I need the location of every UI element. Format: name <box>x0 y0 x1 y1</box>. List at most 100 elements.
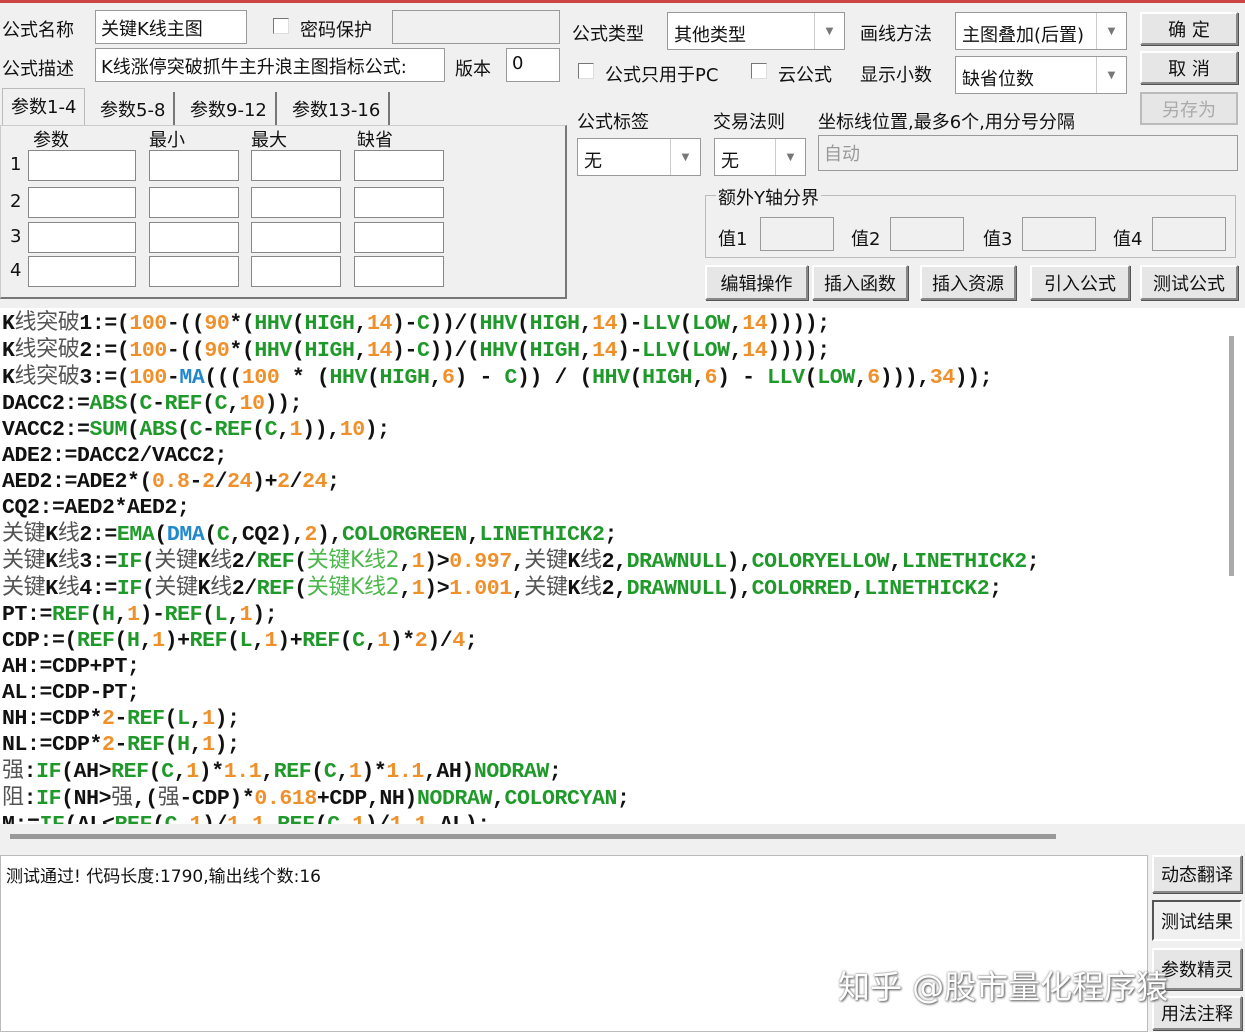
draw-method-select[interactable]: 主图叠加(后置) ▼ <box>955 12 1127 50</box>
chevron-down-icon[interactable]: ▼ <box>1096 57 1126 93</box>
decimals-select[interactable]: 缺省位数 ▼ <box>955 56 1127 94</box>
code-token: C <box>417 339 430 363</box>
formula-type-select[interactable]: 其他类型 ▼ <box>667 12 845 50</box>
version-input[interactable]: 0 <box>506 48 560 82</box>
param-max-input[interactable] <box>251 187 341 218</box>
code-token: 24 <box>227 470 253 494</box>
param-max-input[interactable] <box>251 222 341 253</box>
version-label: 版本 <box>455 59 491 80</box>
code-token: 关键 <box>2 575 46 600</box>
cloud-formula-label: 云公式 <box>778 65 832 86</box>
code-token: 6 <box>442 366 455 390</box>
param-default-input[interactable] <box>354 256 444 287</box>
cloud-formula-checkbox[interactable] <box>751 63 767 79</box>
code-token: 1 <box>377 629 390 653</box>
param-max-input[interactable] <box>251 150 341 181</box>
insert-resource-button[interactable]: 插入资源 <box>920 265 1016 300</box>
y-value-input[interactable] <box>1152 217 1226 251</box>
param-min-input[interactable] <box>149 187 239 218</box>
code-token: 2, <box>601 550 627 574</box>
dynamic-translate-button[interactable]: 动态翻译 <box>1152 855 1242 893</box>
code-line: 强:IF(AH>REF(C,1)*1.1,REF(C,1)*1.1,AH)NOD… <box>0 758 1222 785</box>
code-token: K <box>2 339 15 363</box>
tab-params-9-12[interactable]: 参数9-12 <box>182 92 277 126</box>
code-token: : <box>23 787 37 811</box>
code-token: HIGH <box>304 312 355 336</box>
tab-params-1-4[interactable]: 参数1-4 <box>2 88 86 126</box>
code-token: . <box>265 813 278 824</box>
param-min-input[interactable] <box>149 150 239 181</box>
code-token: LLV <box>767 366 805 390</box>
code-token: 强 <box>157 785 180 810</box>
code-token: , <box>467 523 480 547</box>
axis-position-input[interactable]: 自动 <box>818 135 1238 171</box>
code-line: 关键K线4:=IF(关键K线2/REF(关键K线2,1)>1.001,关键K线2… <box>0 575 1222 602</box>
chevron-down-icon[interactable]: ▼ <box>775 139 805 175</box>
pc-only-checkbox[interactable] <box>578 63 594 79</box>
code-token: ( <box>204 523 217 547</box>
trade-rule-select[interactable]: 无 ▼ <box>714 138 806 176</box>
param-header-default: 缺省 <box>357 130 393 151</box>
horizontal-scrollbar-thumb[interactable] <box>10 834 1056 839</box>
y-value-label: 值2 <box>851 229 881 250</box>
code-token: C <box>264 418 278 442</box>
cancel-button[interactable]: 取 消 <box>1140 51 1238 84</box>
param-default-input[interactable] <box>354 187 444 218</box>
code-token: ))/( <box>429 312 480 336</box>
save-as-button[interactable]: 另存为 <box>1140 92 1238 125</box>
formula-desc-input[interactable]: K线涨停突破抓牛主升浪主图指标公式: <box>95 48 445 82</box>
code-token: IF <box>40 813 65 824</box>
code-token: 1 <box>202 707 215 731</box>
code-token: ( <box>114 629 128 653</box>
y-value-input[interactable] <box>1022 217 1096 251</box>
param-header-name: 参数 <box>33 130 69 151</box>
code-token: H <box>102 603 115 627</box>
import-formula-button[interactable]: 引入公式 <box>1030 265 1130 300</box>
code-token: LLV <box>642 312 680 336</box>
param-name-input[interactable] <box>28 222 136 253</box>
vertical-scrollbar-thumb[interactable] <box>1229 336 1234 576</box>
tab-params-5-8[interactable]: 参数5-8 <box>92 92 176 126</box>
chevron-down-icon[interactable]: ▼ <box>814 13 844 49</box>
code-token: C <box>165 813 178 824</box>
edit-operation-button[interactable]: 编辑操作 <box>705 265 808 300</box>
code-token: C <box>161 760 174 784</box>
param-name-input[interactable] <box>28 187 136 218</box>
param-default-input[interactable] <box>354 150 444 181</box>
param-name-input[interactable] <box>28 150 136 181</box>
code-token: REF <box>273 760 312 784</box>
y-value-label: 值1 <box>718 229 748 250</box>
chevron-down-icon[interactable]: ▼ <box>1096 13 1126 49</box>
ok-button[interactable]: 确 定 <box>1140 12 1238 45</box>
param-name-input[interactable] <box>28 256 136 287</box>
code-token: IF <box>116 550 142 574</box>
code-token: REF <box>127 733 165 757</box>
code-token: 1 <box>289 418 303 442</box>
code-token: 1.1 <box>223 760 262 784</box>
code-token: 关键K线2 <box>306 548 400 573</box>
code-token: PT:= <box>2 603 53 627</box>
y-value-input[interactable] <box>760 217 834 251</box>
param-min-input[interactable] <box>149 222 239 253</box>
draw-method-label: 画线方法 <box>860 24 932 45</box>
test-result-button[interactable]: 测试结果 <box>1152 900 1242 941</box>
code-token: , <box>364 629 378 653</box>
y-value-input[interactable] <box>890 217 964 251</box>
formula-tag-select[interactable]: 无 ▼ <box>577 138 701 176</box>
code-token: 3:= <box>79 550 117 574</box>
code-token: - <box>152 392 165 416</box>
insert-function-button[interactable]: 插入函数 <box>812 265 908 300</box>
code-line: ADE2:=DACC2/VACC2; <box>0 443 1222 469</box>
param-default-input[interactable] <box>354 222 444 253</box>
test-formula-button[interactable]: 测试公式 <box>1140 265 1238 300</box>
formula-name-input[interactable]: 关键K线主图 <box>95 10 247 44</box>
password-input[interactable] <box>392 10 560 44</box>
code-token: , <box>429 366 442 390</box>
param-min-input[interactable] <box>149 256 239 287</box>
param-max-input[interactable] <box>251 256 341 287</box>
password-checkbox[interactable] <box>273 18 289 34</box>
code-line: 阻:IF(NH>强,(强-CDP)*0.618+CDP,NH)NODRAW,CO… <box>0 785 1222 812</box>
tab-params-13-16[interactable]: 参数13-16 <box>284 92 391 126</box>
chevron-down-icon[interactable]: ▼ <box>670 139 700 175</box>
code-editor[interactable]: K线突破1:=(100-((90*(HHV(HIGH,14)-C))/(HHV(… <box>0 308 1222 824</box>
